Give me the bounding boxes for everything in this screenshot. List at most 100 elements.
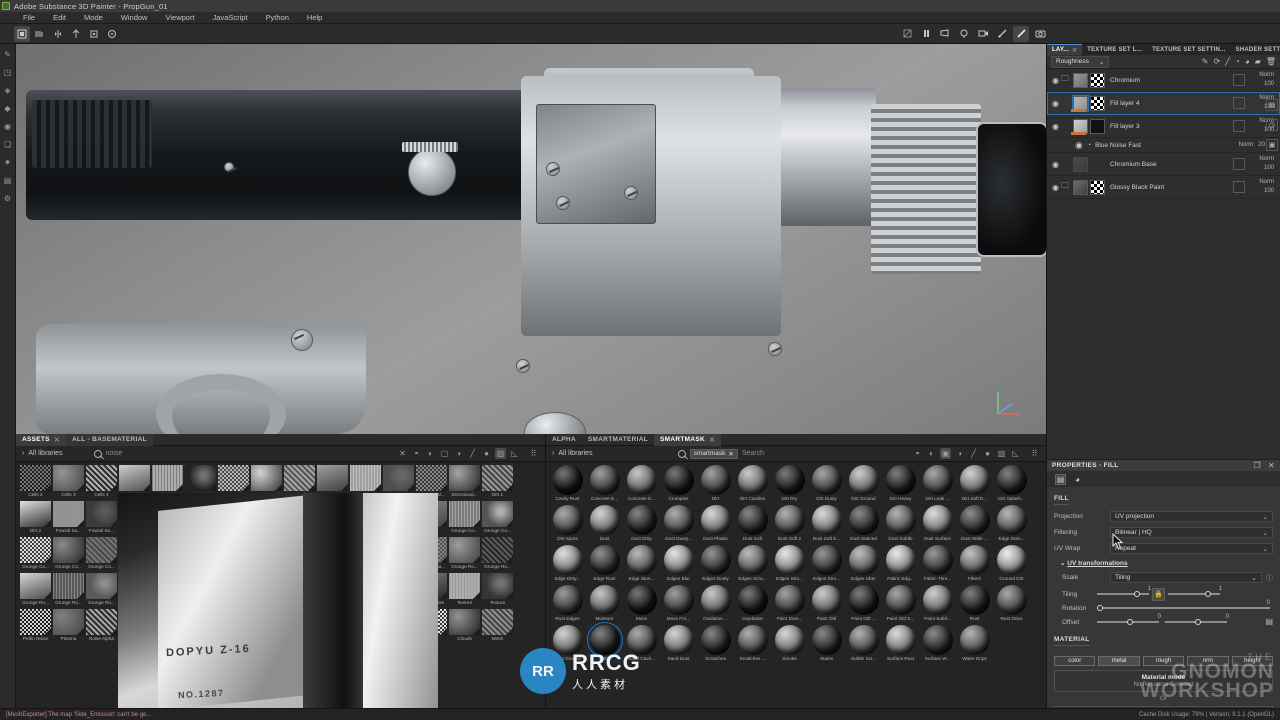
camera-perspective-icon[interactable] bbox=[937, 26, 953, 42]
scale-select[interactable]: Tiling ⌄ bbox=[1110, 572, 1262, 583]
cone-icon[interactable]: ◑ bbox=[453, 448, 464, 459]
smartmask-search[interactable]: smartmask ✕ Search bbox=[677, 448, 764, 459]
eye-icon[interactable]: ◉ bbox=[1052, 76, 1061, 85]
close-icon[interactable]: ✕ bbox=[709, 436, 715, 444]
menu-item-window[interactable]: Window bbox=[112, 13, 157, 22]
smartmask-search-chip[interactable]: smartmask ✕ bbox=[689, 448, 738, 459]
sphere-icon[interactable]: ◓ bbox=[912, 448, 923, 459]
slider-handle[interactable] bbox=[1205, 590, 1212, 597]
geometry-decal-icon[interactable] bbox=[32, 26, 48, 42]
smartmask-item[interactable]: Sand Dust bbox=[661, 625, 696, 663]
smartmask-item[interactable]: Edges Blur bbox=[661, 545, 696, 583]
smartmask-item[interactable]: Dust Surface bbox=[920, 505, 955, 543]
layer-meta[interactable]: Norm 100 bbox=[1250, 155, 1280, 173]
slider-handle[interactable] bbox=[1097, 604, 1103, 611]
tab-smartmask[interactable]: SMARTMASK ✕ bbox=[654, 433, 722, 446]
smartmask-item[interactable]: Moss Fro... bbox=[661, 585, 696, 623]
line-icon[interactable]: ╱ bbox=[968, 448, 979, 459]
close-icon[interactable]: ✕ bbox=[728, 450, 733, 458]
smartmask-item[interactable]: Dirt Cavities bbox=[735, 465, 770, 503]
smartmask-item[interactable]: Edges Dusty bbox=[698, 545, 733, 583]
smartmask-item[interactable]: Scratches ... bbox=[735, 625, 770, 663]
snapshot-icon[interactable] bbox=[1032, 26, 1048, 42]
filtering-select[interactable]: Bilinear | HQ ⌄ bbox=[1110, 527, 1273, 538]
smartmask-item[interactable]: Surface W... bbox=[920, 625, 955, 663]
smartmask-item[interactable]: Dirt Ground bbox=[846, 465, 881, 503]
asset-item[interactable]: Grunge Co... bbox=[20, 537, 51, 571]
asset-item[interactable]: Perlin Noise bbox=[20, 609, 51, 643]
dock-icon[interactable]: ❐ bbox=[1254, 461, 1261, 470]
smartmask-item[interactable]: Edge Dam... bbox=[994, 505, 1029, 543]
grid-mask-icon[interactable]: ▨ bbox=[495, 448, 506, 459]
asset-item[interactable]: Dirt 2 bbox=[20, 501, 51, 535]
cone-icon[interactable]: ◑ bbox=[954, 448, 965, 459]
smartmask-grid[interactable]: Cavity Rust Concrete E... Concrete E... Cru… bbox=[546, 462, 1046, 720]
asset-item[interactable]: Grunge Ro... bbox=[449, 537, 480, 571]
smartmask-item[interactable]: Paint Subtl... bbox=[920, 585, 955, 623]
plane-icon[interactable]: ◺ bbox=[509, 448, 520, 459]
asset-item[interactable]: Texture bbox=[449, 573, 480, 607]
smartmask-item[interactable]: Dirt Soft E... bbox=[957, 465, 992, 503]
offset-x-slider[interactable]: 0 bbox=[1097, 614, 1161, 625]
tab-assets[interactable]: ASSETS ✕ bbox=[16, 433, 66, 446]
table-row[interactable]: ◉ Fill layer 4 Norm 100 bbox=[1047, 92, 1280, 115]
smartmask-item[interactable]: Dust Stained bbox=[846, 505, 881, 543]
smartmask-item[interactable]: Rust Edges bbox=[550, 585, 585, 623]
tiling-y-slider[interactable]: 1 bbox=[1168, 586, 1222, 597]
smartmask-item[interactable]: Moisture bbox=[587, 585, 622, 623]
tab-shader-settings[interactable]: SHADER SETTIN... bbox=[1231, 44, 1280, 55]
asset-item[interactable]: Grunge Ro... bbox=[53, 573, 84, 607]
asset-item[interactable]: Grunge Co... bbox=[53, 537, 84, 571]
asset-item[interactable]: Fractal Su... bbox=[86, 501, 117, 535]
layer-meta[interactable]: Norm 100 bbox=[1250, 178, 1280, 196]
asset-item[interactable]: Grunge Ro... bbox=[20, 573, 51, 607]
smartmask-item[interactable]: Smoke bbox=[772, 625, 807, 663]
add-generator-icon[interactable]: ◕ bbox=[1245, 57, 1250, 66]
smartmask-item[interactable]: Rust Ground bbox=[550, 625, 585, 663]
smartmask-item[interactable]: Dust Subtle bbox=[883, 505, 918, 543]
polygon-fill-icon[interactable]: ◆ bbox=[2, 102, 14, 114]
layer-mask-thumbnail[interactable] bbox=[1090, 95, 1105, 111]
reference-photo-overlay[interactable]: DOPYU Z-16 NO.1287 bbox=[118, 493, 438, 708]
smartmask-item[interactable]: Concrete E... bbox=[624, 465, 659, 503]
offset-y-slider[interactable]: 0 bbox=[1165, 614, 1229, 625]
smartmask-item[interactable]: Edge Ston... bbox=[624, 545, 659, 583]
uv-transformations-disclosure[interactable]: ⌄ UV transformations bbox=[1060, 559, 1273, 567]
menu-item-help[interactable]: Help bbox=[298, 13, 331, 22]
properties-icon[interactable]: ▤ bbox=[1055, 473, 1066, 485]
smartmask-item[interactable]: Dirt Dusty bbox=[809, 465, 844, 503]
smartmask-item[interactable]: Edges Stro... bbox=[772, 545, 807, 583]
smartmask-item[interactable]: Paint Old bbox=[809, 585, 844, 623]
smartmask-item[interactable]: Dust Soft 2 bbox=[772, 505, 807, 543]
add-filter-icon[interactable]: ◔ bbox=[1235, 57, 1240, 66]
smartmask-item[interactable]: Paint Old ... bbox=[846, 585, 881, 623]
sphere-icon[interactable]: ◓ bbox=[411, 448, 422, 459]
smartmask-item[interactable]: Moss bbox=[624, 585, 659, 623]
asset-item[interactable]: Plasma bbox=[53, 609, 84, 643]
smartmask-item[interactable]: Edge Dirty... bbox=[550, 545, 585, 583]
square-icon[interactable]: ▣ bbox=[940, 448, 951, 459]
smartmask-item[interactable]: Edge Rust bbox=[587, 545, 622, 583]
pause-icon[interactable] bbox=[918, 26, 934, 42]
channel-selector[interactable]: Roughness ⌄ bbox=[1051, 55, 1110, 68]
slider-handle[interactable] bbox=[1126, 618, 1133, 625]
smartmask-item[interactable]: Edges Uber bbox=[846, 545, 881, 583]
smartmask-library-selector[interactable]: › All libraries bbox=[552, 450, 593, 457]
particle-icon[interactable]: ✷ bbox=[2, 156, 14, 168]
channel-button-nrm[interactable]: nrm bbox=[1187, 656, 1229, 666]
mirror-icon[interactable] bbox=[68, 26, 84, 42]
geometry-decal-icon[interactable]: ▤ bbox=[2, 174, 14, 186]
assets-search[interactable]: noise bbox=[93, 449, 122, 458]
smartmask-item[interactable]: Dust Dusty... bbox=[661, 505, 696, 543]
menu-item-file[interactable]: File bbox=[14, 13, 44, 22]
layer-blend-box[interactable] bbox=[1233, 74, 1245, 86]
layer-meta[interactable]: Norm 100 bbox=[1250, 71, 1280, 89]
add-level-icon[interactable]: ╱ bbox=[1225, 57, 1230, 66]
menu-item-mode[interactable]: Mode bbox=[75, 13, 112, 22]
uvwrap-select[interactable]: Repeat ⌄ bbox=[1110, 543, 1273, 554]
settings-icon[interactable]: ⚙ bbox=[2, 192, 14, 204]
table-row[interactable]: ◉ ◔ Blue Noise Fast Norm 20 ⌄ bbox=[1047, 138, 1280, 153]
smartmask-item[interactable]: Paint Dam... bbox=[772, 585, 807, 623]
clear-x-icon[interactable]: ✕ bbox=[397, 448, 408, 459]
smudge-icon[interactable]: ◉ bbox=[2, 120, 14, 132]
